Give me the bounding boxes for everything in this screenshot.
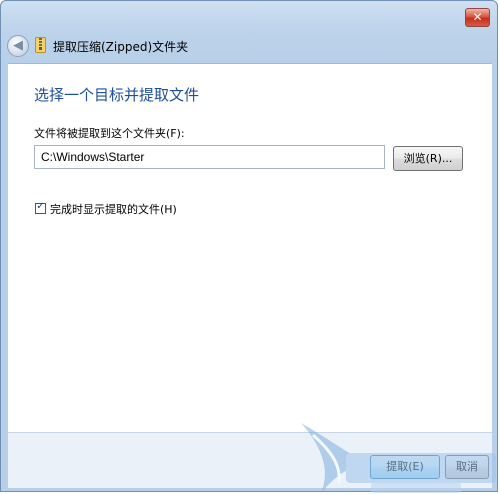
dialog-content: 选择一个目标并提取文件 文件将被提取到这个文件夹(F): 浏览(R)... ✓ … bbox=[8, 63, 492, 432]
back-button[interactable]: ◀ bbox=[7, 35, 29, 57]
extract-dialog-window: ✕ ◀ 提取压缩(Zipped)文件夹 选择一个目标并提取文件 文件将被提取到这… bbox=[0, 0, 498, 493]
window-title: 提取压缩(Zipped)文件夹 bbox=[53, 40, 189, 54]
checkmark-icon: ✓ bbox=[36, 201, 45, 212]
close-icon: ✕ bbox=[472, 10, 483, 24]
dialog-footer: 提取(E) 取消 bbox=[8, 432, 492, 488]
back-arrow-icon: ◀ bbox=[13, 38, 23, 53]
show-files-label[interactable]: 完成时显示提取的文件(H) bbox=[50, 201, 177, 217]
show-files-checkbox[interactable]: ✓ bbox=[35, 201, 46, 214]
close-button[interactable]: ✕ bbox=[465, 8, 490, 27]
extract-button[interactable]: 提取(E) bbox=[370, 455, 440, 479]
destination-path-input[interactable] bbox=[34, 145, 385, 169]
zip-folder-icon bbox=[35, 37, 46, 53]
destination-label: 文件将被提取到这个文件夹(F): bbox=[34, 127, 185, 140]
cancel-button[interactable]: 取消 bbox=[445, 455, 489, 479]
dialog-heading: 选择一个目标并提取文件 bbox=[34, 86, 200, 104]
browse-button[interactable]: 浏览(R)... bbox=[393, 146, 463, 171]
